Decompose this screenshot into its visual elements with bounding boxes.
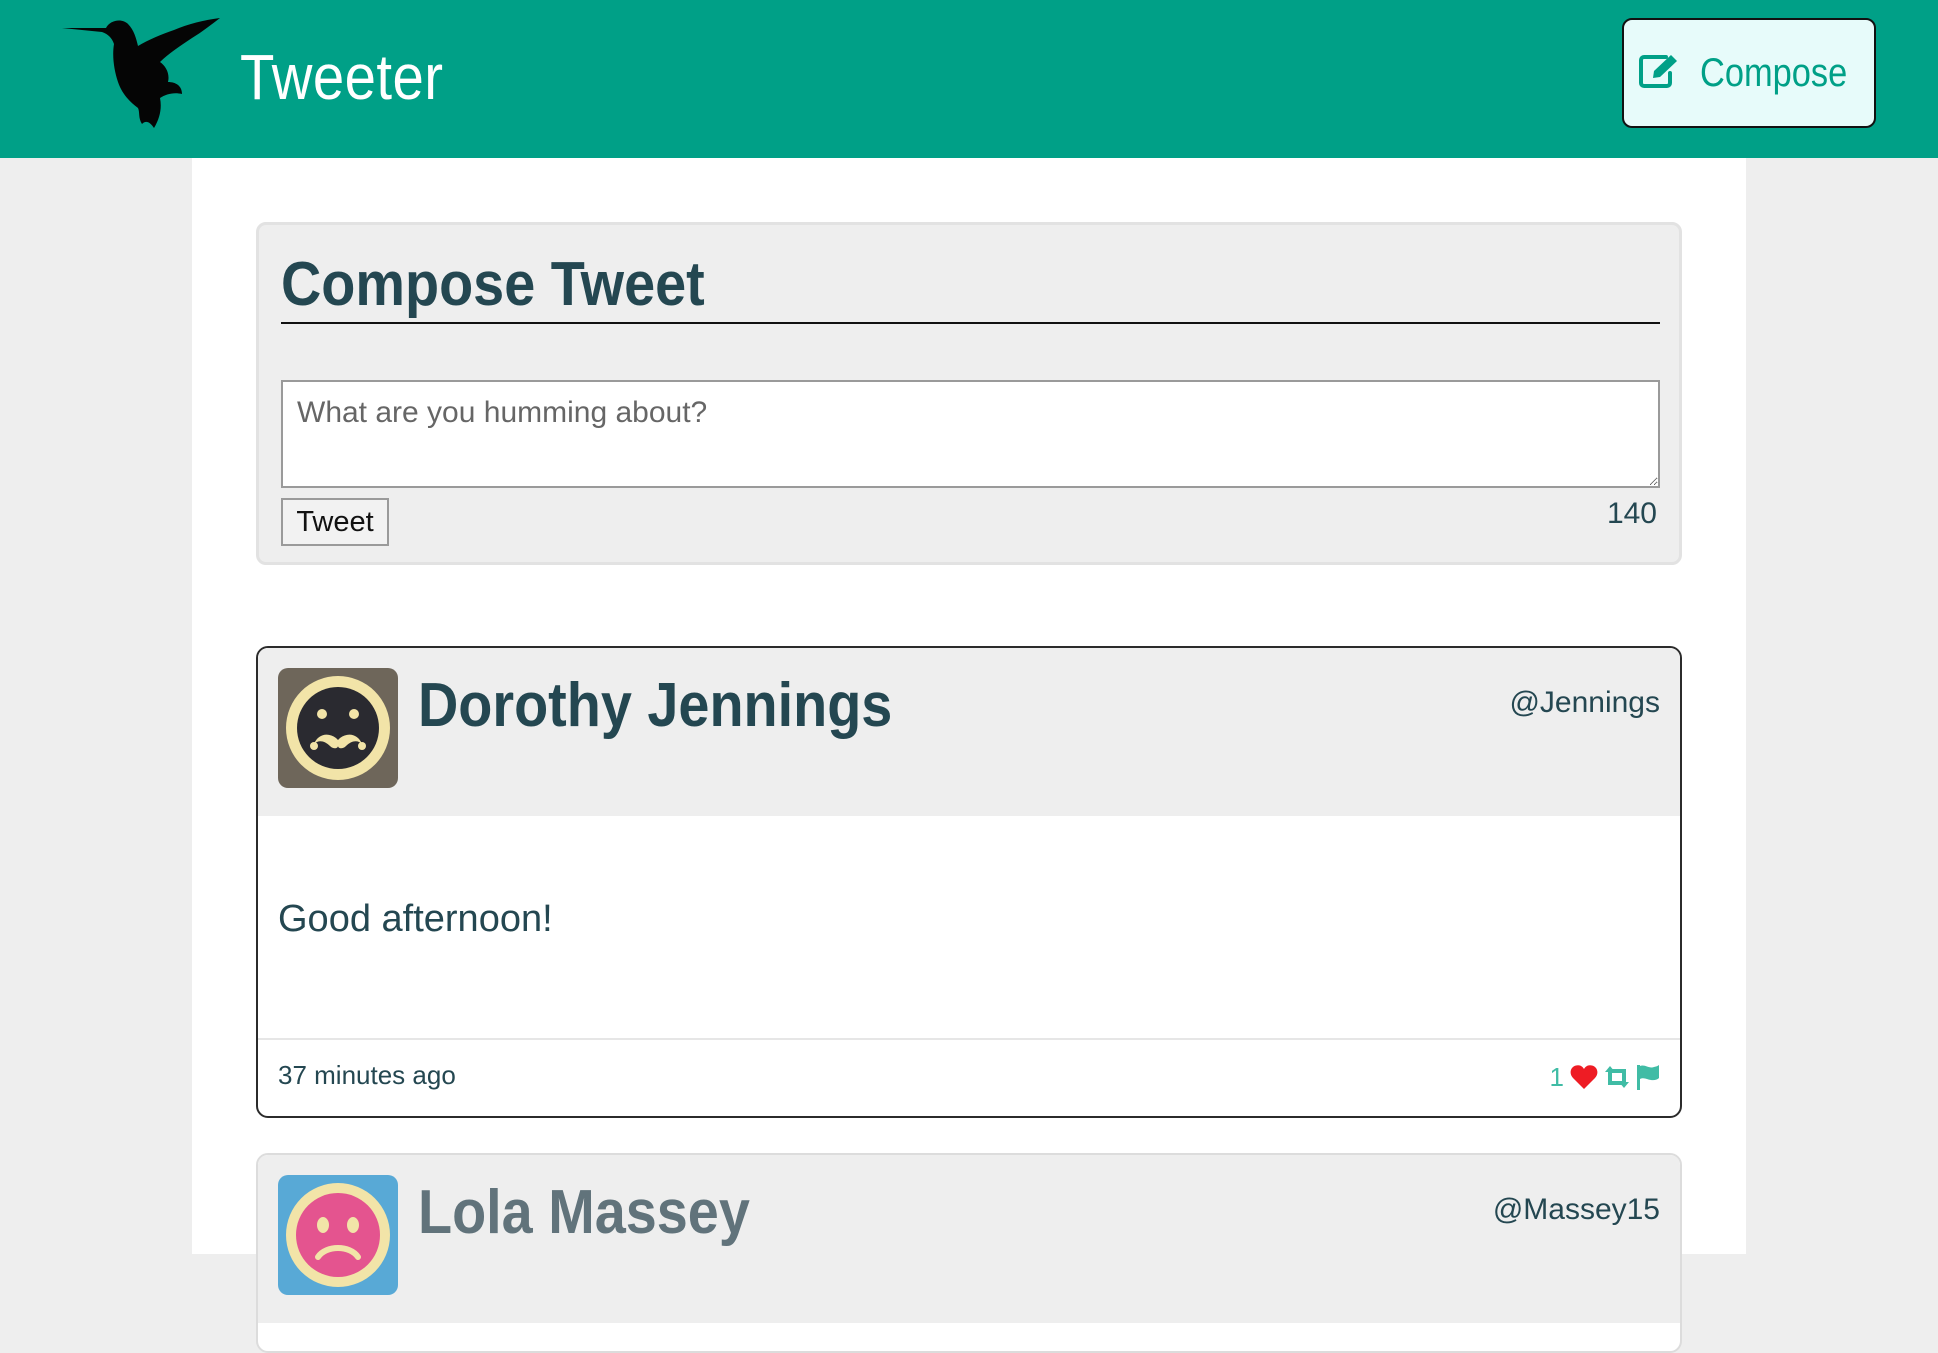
frown-face-icon [278, 1175, 398, 1295]
tweet-submit-button[interactable]: Tweet [281, 498, 389, 546]
tweet-header: Dorothy Jennings @Jennings [258, 648, 1680, 816]
character-counter: 140 [1606, 497, 1657, 530]
tweet-content: Good afternoon! [278, 898, 553, 940]
retweet-icon[interactable] [1602, 1065, 1632, 1089]
flag-icon[interactable] [1636, 1064, 1660, 1090]
like-count: 1 [1549, 1061, 1564, 1092]
brand-title[interactable]: Tweeter [240, 38, 443, 116]
tweet-textarea[interactable] [281, 380, 1660, 488]
tweet-author-name: Dorothy Jennings [418, 671, 893, 740]
compose-button[interactable]: Compose [1622, 18, 1876, 128]
tweet-card: Dorothy Jennings @Jennings Good afternoo… [256, 646, 1682, 1118]
edit-icon [1638, 53, 1678, 94]
compose-tweet-title: Compose Tweet [281, 250, 705, 319]
tweet-author-handle: @Massey15 [1492, 1193, 1660, 1226]
title-divider [281, 322, 1660, 324]
compose-tweet-panel: Compose Tweet Tweet 140 [256, 222, 1682, 565]
tweet-author-handle: @Jennings [1509, 686, 1660, 719]
compose-button-label: Compose [1700, 50, 1848, 95]
heart-icon[interactable] [1570, 1064, 1598, 1090]
mustache-face-icon [278, 668, 398, 788]
hummingbird-icon[interactable] [62, 16, 222, 134]
tweet-footer: 37 minutes ago 1 [258, 1038, 1680, 1116]
navbar: Tweeter Compose [0, 0, 1938, 158]
tweet-header: Lola Massey @Massey15 [258, 1155, 1680, 1323]
tweet-author-name: Lola Massey [418, 1178, 750, 1247]
tweet-actions: 1 [1550, 1060, 1660, 1094]
tweet-card: Lola Massey @Massey15 [256, 1153, 1682, 1353]
main-container: Compose Tweet Tweet 140 Dorothy Jennings [192, 158, 1746, 1353]
tweet-timestamp: 37 minutes ago [278, 1060, 456, 1090]
